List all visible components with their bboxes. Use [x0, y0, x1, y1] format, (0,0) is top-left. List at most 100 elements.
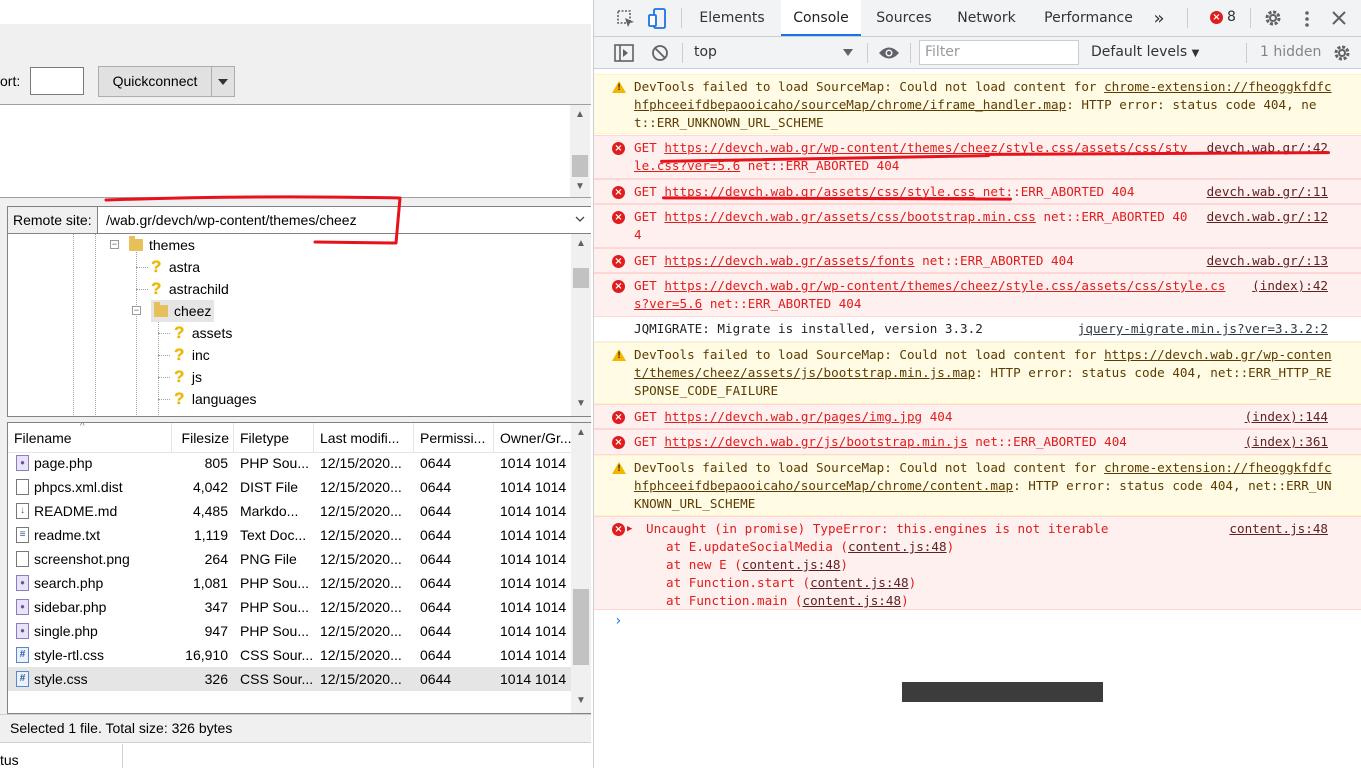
- file-row[interactable]: phpcs.xml.dist 4,042 DIST File 12/15/2020..…: [8, 475, 573, 499]
- source-location-link[interactable]: devch.wab.gr/:13: [1207, 252, 1328, 270]
- file-row[interactable]: ● single.php 947 PHP Sou... 12/15/2020... 064…: [8, 619, 573, 643]
- message-url-link[interactable]: https://devch.wab.gr/pages/img.jpg: [664, 409, 922, 424]
- source-location-link[interactable]: (index):42: [1252, 277, 1328, 295]
- file-name: style-rtl.css: [34, 647, 104, 663]
- column-owner-group[interactable]: Owner/Gr...: [494, 423, 574, 453]
- port-input[interactable]: [30, 67, 84, 95]
- column-permissions[interactable]: Permissi...: [414, 423, 494, 453]
- warning-icon: [612, 81, 626, 95]
- scroll-up-icon[interactable]: ▲: [575, 238, 587, 250]
- collapse-cheez-icon[interactable]: −: [132, 306, 141, 315]
- file-row[interactable]: ● search.php 1,081 PHP Sou... 12/15/2020... 0…: [8, 571, 573, 595]
- sidebar-toggle-icon[interactable]: [614, 44, 634, 62]
- tree-item-label: languages: [191, 391, 257, 407]
- message-url-link[interactable]: https://devch.wab.gr/assets/fonts: [664, 253, 914, 268]
- quickconnect-history-dropdown[interactable]: [212, 66, 235, 97]
- tree-item-label: assets: [191, 325, 233, 341]
- stack-frame: at new E (content.js:48): [646, 556, 1217, 574]
- file-row[interactable]: # style-rtl.css 16,910 CSS Sour... 12/15/202…: [8, 643, 573, 667]
- tree-item-astra[interactable]: ? astra: [151, 256, 200, 278]
- tab-sources[interactable]: Sources: [869, 0, 939, 36]
- file-list-scrollbar[interactable]: ▲ ▼: [571, 423, 591, 713]
- clear-console-icon[interactable]: [651, 44, 669, 62]
- column-filetype[interactable]: Filetype: [234, 423, 314, 453]
- file-owner: 1014 1014: [500, 551, 567, 567]
- column-filename[interactable]: Filename: [8, 423, 172, 453]
- tab-performance[interactable]: Performance: [1036, 0, 1141, 36]
- console-prompt[interactable]: ›: [614, 613, 622, 629]
- console-filter-input[interactable]: Filter: [919, 40, 1079, 65]
- stack-paren: ): [946, 539, 955, 554]
- quickconnect-button[interactable]: Quickconnect: [98, 66, 212, 97]
- source-location-link[interactable]: jquery-migrate.min.js?ver=3.3.2:2: [1078, 320, 1328, 338]
- file-row[interactable]: ≡ readme.txt 1,119 Text Doc... 12/15/2020...…: [8, 523, 573, 547]
- php-file-icon: ●: [16, 623, 29, 639]
- log-scrollbar[interactable]: ▲ ▼: [570, 105, 590, 197]
- context-dropdown-icon[interactable]: [843, 49, 853, 56]
- stack-location-link[interactable]: content.js:48: [810, 575, 909, 590]
- close-icon[interactable]: [1331, 10, 1347, 26]
- scroll-down-icon[interactable]: ▼: [575, 695, 587, 707]
- unknown-folder-icon: ?: [151, 278, 165, 300]
- tree-scrollbar[interactable]: ▲ ▼: [571, 234, 591, 416]
- file-modified: 12/15/2020...: [320, 599, 402, 615]
- tree-item-assets[interactable]: ? assets: [174, 322, 232, 344]
- source-location-link[interactable]: devch.wab.gr/:11: [1207, 183, 1328, 201]
- tab-elements[interactable]: Elements: [691, 0, 773, 36]
- context-selector[interactable]: top: [694, 37, 717, 68]
- message-url-link[interactable]: https://devch.wab.gr/js/bootstrap.min.js: [664, 434, 967, 449]
- file-row[interactable]: ● sidebar.php 347 PHP Sou... 12/15/2020... 06…: [8, 595, 573, 619]
- chevron-down-icon[interactable]: [575, 214, 585, 224]
- source-location-link[interactable]: content.js:48: [1229, 520, 1328, 538]
- stack-location-link[interactable]: content.js:48: [848, 539, 947, 554]
- source-location-link[interactable]: (index):361: [1245, 433, 1328, 451]
- scroll-thumb[interactable]: [573, 268, 589, 288]
- file-row[interactable]: # style.css 326 CSS Sour... 12/15/2020... 064…: [8, 667, 573, 691]
- source-location-link[interactable]: devch.wab.gr/:12: [1207, 208, 1328, 226]
- error-count[interactable]: 8: [1227, 9, 1236, 25]
- tree-item-astrachild[interactable]: ? astrachild: [151, 278, 229, 300]
- log-levels-dropdown[interactable]: Default levels ▼: [1091, 37, 1199, 69]
- tree-item-inc[interactable]: ? inc: [174, 344, 210, 366]
- message-text: GET: [634, 253, 665, 268]
- file-row[interactable]: ● page.php 805 PHP Sou... 12/15/2020... 0644 1…: [8, 451, 573, 475]
- message-text: DevTools failed to load SourceMap: Could…: [634, 460, 1105, 475]
- scroll-down-icon[interactable]: ▼: [575, 398, 587, 410]
- file-size: 4,485: [192, 503, 228, 519]
- message-text: GET: [634, 140, 665, 155]
- tree-item-languages[interactable]: ? languages: [174, 388, 257, 410]
- scroll-up-icon[interactable]: ▲: [575, 427, 587, 439]
- more-options-icon[interactable]: [1300, 9, 1314, 29]
- stack-location-link[interactable]: content.js:48: [802, 593, 901, 608]
- tree-item-cheez[interactable]: cheez: [151, 300, 215, 322]
- console-error-message: × GET https://devch.wab.gr/wp-content/the…: [594, 273, 1361, 317]
- file-modified: 12/15/2020...: [320, 575, 402, 591]
- file-type: PHP Sou...: [240, 599, 310, 615]
- device-toolbar-icon[interactable]: [648, 8, 668, 30]
- settings-gear-icon[interactable]: [1263, 8, 1283, 28]
- more-tabs-button[interactable]: »: [1150, 0, 1168, 36]
- message-text: GET: [634, 184, 665, 199]
- file-row[interactable]: screenshot.png 264 PNG File 12/15/2020... 06…: [8, 547, 573, 571]
- scroll-down-icon[interactable]: ▼: [574, 181, 586, 193]
- scroll-thumb[interactable]: [572, 155, 588, 177]
- message-url-link[interactable]: https://devch.wab.gr/assets/css/bootstra…: [664, 209, 1036, 224]
- file-row[interactable]: ↓ README.md 4,485 Markdo... 12/15/2020... 064…: [8, 499, 573, 523]
- expand-triangle-icon[interactable]: ▶: [627, 520, 632, 538]
- column-last-modified[interactable]: Last modifi...: [314, 423, 414, 453]
- file-modified: 12/15/2020...: [320, 527, 402, 543]
- message-detail: net::ERR_ABORTED 404: [914, 253, 1074, 268]
- inspect-element-icon[interactable]: [616, 9, 636, 29]
- stack-location-link[interactable]: content.js:48: [742, 557, 841, 572]
- live-expression-eye-icon[interactable]: [878, 45, 900, 61]
- source-location-link[interactable]: (index):144: [1245, 408, 1328, 426]
- file-owner: 1014 1014: [500, 647, 567, 663]
- tab-console[interactable]: Console: [781, 0, 861, 36]
- tab-network[interactable]: Network: [949, 0, 1024, 36]
- tree-item-js[interactable]: ? js: [174, 366, 202, 388]
- error-icon[interactable]: ×: [1210, 11, 1223, 24]
- column-filesize[interactable]: Filesize: [172, 423, 234, 453]
- console-settings-gear-icon[interactable]: [1332, 43, 1352, 63]
- scroll-thumb[interactable]: [573, 589, 589, 665]
- scroll-up-icon[interactable]: ▲: [574, 109, 586, 121]
